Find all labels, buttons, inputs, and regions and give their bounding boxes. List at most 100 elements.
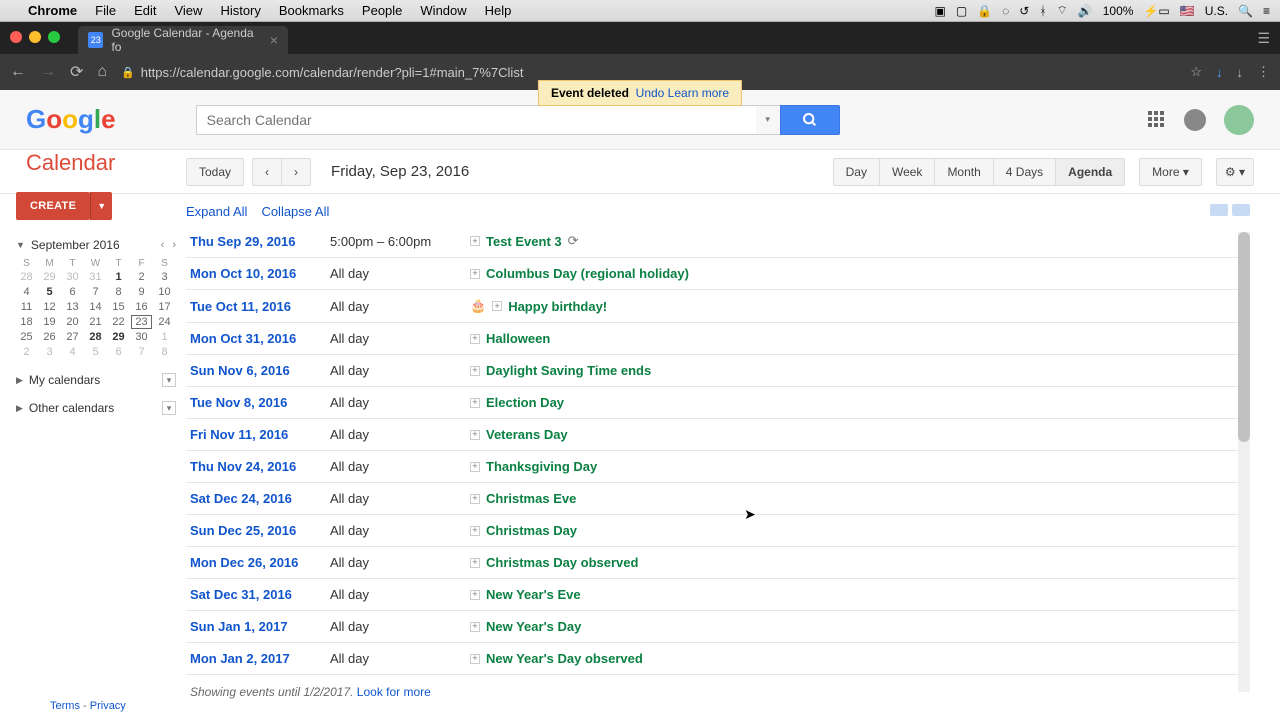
mini-day[interactable]: 18 bbox=[16, 315, 37, 329]
mini-day[interactable]: 7 bbox=[85, 285, 106, 299]
mini-day[interactable]: 9 bbox=[131, 285, 152, 299]
create-dropdown[interactable]: ▼ bbox=[90, 192, 112, 220]
google-logo[interactable]: Google bbox=[26, 104, 116, 135]
agenda-row[interactable]: Sun Dec 25, 2016All day+Christmas Day bbox=[186, 515, 1250, 547]
mini-day[interactable]: 21 bbox=[85, 315, 106, 329]
mini-prev-button[interactable]: ‹ bbox=[161, 239, 165, 251]
agenda-row[interactable]: Thu Nov 24, 2016All day+Thanksgiving Day bbox=[186, 451, 1250, 483]
collapse-all-link[interactable]: Collapse All bbox=[261, 204, 329, 219]
event-date[interactable]: Tue Nov 8, 2016 bbox=[190, 395, 330, 410]
agenda-row[interactable]: Mon Dec 26, 2016All day+Christmas Day ob… bbox=[186, 547, 1250, 579]
view-day[interactable]: Day bbox=[833, 158, 879, 186]
event-date[interactable]: Sat Dec 31, 2016 bbox=[190, 587, 330, 602]
privacy-link[interactable]: Privacy bbox=[90, 700, 126, 712]
mini-day[interactable]: 29 bbox=[39, 270, 60, 284]
menu-view[interactable]: View bbox=[174, 3, 202, 18]
expand-event-icon[interactable]: + bbox=[470, 334, 480, 344]
menu-edit[interactable]: Edit bbox=[134, 3, 156, 18]
mini-day[interactable]: 17 bbox=[154, 300, 175, 314]
other-calendars-menu[interactable]: ▾ bbox=[162, 401, 176, 415]
mini-day[interactable]: 4 bbox=[16, 285, 37, 299]
scrollbar[interactable] bbox=[1238, 232, 1250, 692]
spotlight-icon[interactable]: 🔍 bbox=[1238, 4, 1253, 18]
view-4days[interactable]: 4 Days bbox=[993, 158, 1055, 186]
next-button[interactable]: › bbox=[281, 158, 311, 186]
mini-day[interactable]: 3 bbox=[154, 270, 175, 284]
expand-event-icon[interactable]: + bbox=[470, 462, 480, 472]
event-title[interactable]: 🎂+Happy birthday! bbox=[470, 298, 607, 314]
create-button[interactable]: CREATE bbox=[16, 192, 90, 220]
mini-day[interactable]: 3 bbox=[39, 345, 60, 359]
agenda-row[interactable]: Sat Dec 31, 2016All day+New Year's Eve bbox=[186, 579, 1250, 611]
mini-day[interactable]: 31 bbox=[85, 270, 106, 284]
bluetooth-icon[interactable]: ᚼ bbox=[1039, 4, 1046, 18]
mini-day[interactable]: 8 bbox=[108, 285, 129, 299]
print-icon[interactable] bbox=[1210, 204, 1228, 216]
prev-button[interactable]: ‹ bbox=[252, 158, 281, 186]
mini-next-button[interactable]: › bbox=[172, 239, 176, 251]
look-for-more-link[interactable]: Look for more bbox=[357, 685, 431, 699]
mini-day[interactable]: 28 bbox=[16, 270, 37, 284]
lock-icon[interactable]: 🔒 bbox=[977, 4, 992, 18]
event-date[interactable]: Mon Oct 10, 2016 bbox=[190, 266, 330, 281]
undo-link[interactable]: Undo bbox=[636, 86, 665, 100]
screenshare-icon[interactable]: ▣ bbox=[934, 4, 945, 18]
terms-link[interactable]: Terms bbox=[50, 700, 80, 712]
volume-icon[interactable]: 🔊 bbox=[1078, 4, 1093, 18]
event-date[interactable]: Thu Sep 29, 2016 bbox=[190, 234, 330, 249]
expand-event-icon[interactable]: + bbox=[470, 430, 480, 440]
mini-day[interactable]: 25 bbox=[16, 330, 37, 344]
my-calendars-section[interactable]: ▶ My calendars ▾ bbox=[16, 373, 176, 387]
back-button[interactable]: ← bbox=[10, 63, 26, 81]
event-title[interactable]: +Thanksgiving Day bbox=[470, 459, 597, 474]
mini-day[interactable]: 6 bbox=[108, 345, 129, 359]
mini-day[interactable]: 27 bbox=[62, 330, 83, 344]
mini-day[interactable]: 6 bbox=[62, 285, 83, 299]
menu-file[interactable]: File bbox=[95, 3, 116, 18]
browser-tab[interactable]: 23 Google Calendar - Agenda fo × bbox=[78, 26, 288, 54]
chrome-menu-icon[interactable]: ⋮ bbox=[1257, 64, 1270, 80]
refresh-icon[interactable] bbox=[1232, 204, 1250, 216]
event-title[interactable]: +Christmas Day observed bbox=[470, 555, 638, 570]
mini-day[interactable]: 29 bbox=[108, 330, 129, 344]
mini-day[interactable]: 14 bbox=[85, 300, 106, 314]
mini-day[interactable]: 19 bbox=[39, 315, 60, 329]
scrollbar-thumb[interactable] bbox=[1238, 232, 1250, 442]
my-calendars-menu[interactable]: ▾ bbox=[162, 373, 176, 387]
expand-event-icon[interactable]: + bbox=[470, 366, 480, 376]
mini-day[interactable]: 30 bbox=[131, 330, 152, 344]
address-bar[interactable]: 🔒 https://calendar.google.com/calendar/r… bbox=[121, 65, 1176, 80]
mini-day[interactable]: 20 bbox=[62, 315, 83, 329]
home-button[interactable]: ⌂ bbox=[97, 63, 107, 81]
event-title[interactable]: +Columbus Day (regional holiday) bbox=[470, 266, 689, 281]
event-date[interactable]: Sun Nov 6, 2016 bbox=[190, 363, 330, 378]
event-title[interactable]: +Election Day bbox=[470, 395, 564, 410]
airplay-icon[interactable]: ▢ bbox=[956, 4, 967, 18]
mini-day[interactable]: 2 bbox=[16, 345, 37, 359]
expand-all-link[interactable]: Expand All bbox=[186, 204, 247, 219]
mini-day[interactable]: 8 bbox=[154, 345, 175, 359]
search-button[interactable] bbox=[780, 105, 840, 135]
event-date[interactable]: Thu Nov 24, 2016 bbox=[190, 459, 330, 474]
event-title[interactable]: +Christmas Eve bbox=[470, 491, 576, 506]
expand-event-icon[interactable]: + bbox=[470, 622, 480, 632]
menu-history[interactable]: History bbox=[220, 3, 260, 18]
profile-icon[interactable]: ☰ bbox=[1257, 30, 1270, 47]
flag-icon[interactable]: 🇺🇸 bbox=[1180, 4, 1195, 18]
event-date[interactable]: Fri Nov 11, 2016 bbox=[190, 427, 330, 442]
mini-day[interactable]: 5 bbox=[39, 285, 60, 299]
expand-event-icon[interactable]: + bbox=[470, 654, 480, 664]
view-month[interactable]: Month bbox=[934, 158, 992, 186]
apps-icon[interactable] bbox=[1148, 111, 1166, 129]
expand-event-icon[interactable]: + bbox=[470, 494, 480, 504]
mini-day[interactable]: 13 bbox=[62, 300, 83, 314]
mini-day[interactable]: 7 bbox=[131, 345, 152, 359]
event-title[interactable]: +Halloween bbox=[470, 331, 550, 346]
menu-window[interactable]: Window bbox=[420, 3, 466, 18]
event-date[interactable]: Mon Jan 2, 2017 bbox=[190, 651, 330, 666]
expand-event-icon[interactable]: + bbox=[492, 301, 502, 311]
expand-event-icon[interactable]: + bbox=[470, 236, 480, 246]
agenda-row[interactable]: Mon Oct 10, 2016All day+Columbus Day (re… bbox=[186, 258, 1250, 290]
view-agenda[interactable]: Agenda bbox=[1055, 158, 1125, 186]
mini-day[interactable]: 2 bbox=[131, 270, 152, 284]
